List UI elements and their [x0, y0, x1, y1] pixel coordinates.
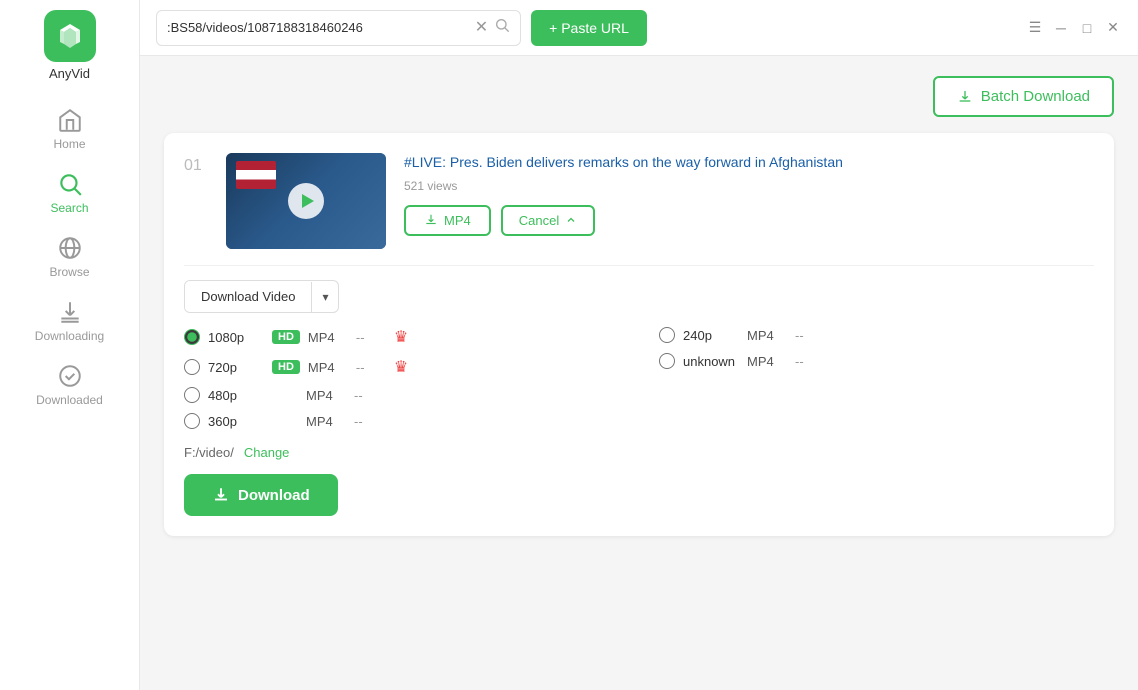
quality-radio-720p[interactable] — [184, 359, 200, 375]
quality-format-360p: MP4 — [306, 414, 346, 429]
play-button[interactable] — [288, 183, 324, 219]
url-clear-icon[interactable]: ✕ — [475, 20, 488, 36]
sidebar-item-search[interactable]: Search — [0, 161, 139, 225]
quality-format-unknown: MP4 — [747, 354, 787, 369]
cancel-button[interactable]: Cancel — [501, 205, 595, 236]
search-icon — [57, 171, 83, 197]
url-search-icon — [494, 17, 510, 38]
download-button[interactable]: Download — [184, 474, 338, 516]
batch-download-button[interactable]: Batch Download — [933, 76, 1114, 117]
main-area: ✕ + Paste URL ☰ ─ □ ✕ B — [140, 0, 1138, 690]
download-type-select[interactable]: Download Video ▾ — [184, 280, 339, 313]
quality-row-720p: 720p HD MP4 -- ♛ — [184, 357, 619, 377]
quality-label-360p: 360p — [208, 414, 264, 429]
crown-icon-720p: ♛ — [394, 357, 408, 377]
sidebar-item-browse-label: Browse — [49, 265, 89, 279]
paste-url-button[interactable]: + Paste URL — [531, 10, 647, 46]
quality-format-720p: MP4 — [308, 360, 348, 375]
quality-size-480p: -- — [354, 388, 384, 403]
quality-row-unknown: unknown MP4 -- — [659, 353, 1094, 369]
quality-row-1080p: 1080p HD MP4 -- ♛ — [184, 327, 619, 347]
mp4-button[interactable]: MP4 — [404, 205, 491, 236]
download-btn-label: Download — [238, 487, 310, 504]
batch-download-row: Batch Download — [164, 76, 1114, 117]
batch-download-icon — [957, 89, 973, 105]
cancel-label: Cancel — [519, 213, 559, 228]
titlebar: ✕ + Paste URL ☰ ─ □ ✕ — [140, 0, 1138, 56]
quality-label-1080p: 1080p — [208, 330, 264, 345]
quality-radio-1080p[interactable] — [184, 329, 200, 345]
maximize-icon[interactable]: □ — [1078, 19, 1096, 37]
hd-badge-1080p: HD — [272, 330, 300, 344]
crown-icon-1080p: ♛ — [394, 327, 408, 347]
quality-radio-360p[interactable] — [184, 413, 200, 429]
quality-size-1080p: -- — [356, 330, 386, 345]
downloading-icon — [57, 299, 83, 325]
app-logo — [44, 10, 96, 62]
hd-badge-720p: HD — [272, 360, 300, 374]
sidebar-item-downloaded-label: Downloaded — [36, 393, 103, 407]
video-actions: MP4 Cancel — [404, 205, 1094, 236]
quality-label-480p: 480p — [208, 388, 264, 403]
sidebar-item-search-label: Search — [50, 201, 88, 215]
quality-row-360p: 360p MP4 -- — [184, 413, 619, 429]
url-input-wrap: ✕ — [156, 10, 521, 46]
minimize-icon[interactable]: ─ — [1052, 19, 1070, 37]
chevron-up-icon — [565, 214, 577, 226]
quality-size-240p: -- — [795, 328, 825, 343]
mp4-label: MP4 — [444, 213, 471, 228]
quality-label-240p: 240p — [683, 328, 739, 343]
video-card: 01 #LIVE: Pres. Biden delivers remarks o… — [164, 133, 1114, 536]
sidebar-item-browse[interactable]: Browse — [0, 225, 139, 289]
quality-format-240p: MP4 — [747, 328, 787, 343]
app-name: AnyVid — [49, 66, 90, 81]
download-path-row: F:/video/ Change — [184, 445, 1094, 460]
dropdown-arrow-icon[interactable]: ▾ — [311, 282, 338, 312]
sidebar-item-downloaded[interactable]: Downloaded — [0, 353, 139, 417]
quality-row-480p: 480p MP4 -- — [184, 387, 619, 403]
sidebar-item-downloading[interactable]: Downloading — [0, 289, 139, 353]
sidebar-item-home[interactable]: Home — [0, 97, 139, 161]
video-number: 01 — [184, 153, 208, 175]
mp4-download-icon — [424, 213, 438, 227]
video-title: #LIVE: Pres. Biden delivers remarks on t… — [404, 153, 1094, 173]
video-info: #LIVE: Pres. Biden delivers remarks on t… — [404, 153, 1094, 236]
url-input[interactable] — [167, 20, 469, 35]
close-icon[interactable]: ✕ — [1104, 19, 1122, 37]
video-thumbnail[interactable] — [226, 153, 386, 249]
quality-label-unknown: unknown — [683, 354, 739, 369]
quality-label-720p: 720p — [208, 360, 264, 375]
browse-icon — [57, 235, 83, 261]
change-path-link[interactable]: Change — [244, 445, 290, 460]
quality-radio-480p[interactable] — [184, 387, 200, 403]
sidebar-item-home-label: Home — [53, 137, 85, 151]
quality-radio-240p[interactable] — [659, 327, 675, 343]
download-options: Download Video ▾ 1080p HD MP4 -- — [184, 265, 1094, 516]
menu-icon[interactable]: ☰ — [1026, 19, 1044, 37]
quality-format-480p: MP4 — [306, 388, 346, 403]
download-type-label: Download Video — [185, 281, 311, 312]
window-controls: ☰ ─ □ ✕ — [1026, 19, 1122, 37]
video-header: 01 #LIVE: Pres. Biden delivers remarks o… — [184, 153, 1094, 249]
sidebar-item-downloading-label: Downloading — [35, 329, 104, 343]
quality-radio-unknown[interactable] — [659, 353, 675, 369]
quality-size-unknown: -- — [795, 354, 825, 369]
downloaded-icon — [57, 363, 83, 389]
quality-format-1080p: MP4 — [308, 330, 348, 345]
quality-size-720p: -- — [356, 360, 386, 375]
quality-size-360p: -- — [354, 414, 384, 429]
home-icon — [57, 107, 83, 133]
download-path-label: F:/video/ — [184, 445, 234, 460]
sidebar: AnyVid Home Search Browse Downloading — [0, 0, 140, 690]
quality-row-240p: 240p MP4 -- — [659, 327, 1094, 343]
play-triangle-icon — [302, 194, 314, 208]
download-icon — [212, 486, 230, 504]
batch-download-label: Batch Download — [981, 88, 1090, 105]
content-area: Batch Download 01 #LIVE: Pres. Biden del… — [140, 56, 1138, 690]
video-views: 521 views — [404, 179, 1094, 193]
